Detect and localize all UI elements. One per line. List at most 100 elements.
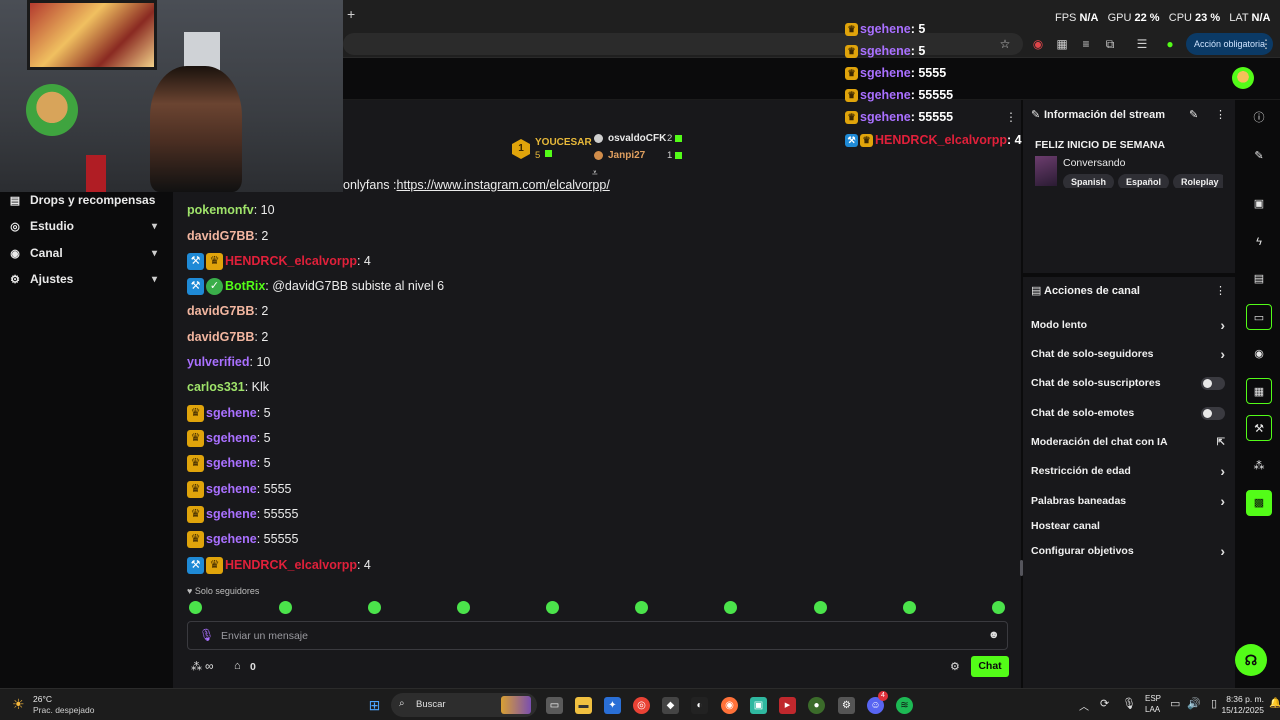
dashboard-icon[interactable]: ▦ (1246, 378, 1272, 404)
sidebar-item-canal[interactable]: ◉ Canal ▾ (0, 240, 165, 266)
points-icon[interactable]: ⁂ (1246, 453, 1272, 479)
sidebar-item-ajustes[interactable]: ⚙ Ajustes ▾ (0, 266, 165, 292)
volume-icon[interactable]: 🔊 (1187, 697, 1201, 710)
user-avatar[interactable] (1232, 67, 1254, 89)
extension-icon[interactable]: ▦ (1054, 36, 1070, 52)
send-chat-button[interactable]: Chat (971, 656, 1009, 677)
steam-icon[interactable]: ◐ (691, 697, 708, 714)
emote-icon[interactable] (724, 601, 737, 614)
chat-username[interactable]: sgehene (206, 482, 257, 496)
wrench-icon[interactable]: ⚒ (1246, 415, 1272, 441)
spotify-icon[interactable]: ≋ (896, 697, 913, 714)
chat-input[interactable]: 🎙 Enviar un mensaje ☻ (187, 621, 1008, 650)
app-icon[interactable]: ● (808, 697, 825, 714)
game-icon[interactable]: ▩ (1246, 490, 1272, 516)
weather-temperature[interactable]: 26°C (33, 694, 52, 704)
chat-username[interactable]: davidG7BB (187, 304, 254, 318)
channel-action-row[interactable]: Chat de solo-seguidores › (1031, 344, 1229, 364)
store-icon[interactable]: ⌂ (234, 660, 241, 672)
support-headset-icon[interactable]: ☊ (1235, 644, 1267, 676)
file-explorer-icon[interactable]: ▬ (575, 697, 592, 714)
emote-icon[interactable] (279, 601, 292, 614)
toggle-switch[interactable] (1201, 406, 1225, 420)
channel-action-row[interactable]: Moderación del chat con IA ⇱ (1031, 432, 1229, 452)
emote-icon[interactable] (189, 601, 202, 614)
task-view-icon[interactable]: ▭ (546, 697, 563, 714)
screen-icon[interactable]: ▣ (1246, 191, 1272, 217)
toggle-switch[interactable] (1201, 376, 1225, 390)
keyboard-layout[interactable]: LAA (1145, 705, 1160, 714)
firefox-icon[interactable]: ◉ (721, 697, 738, 714)
tag[interactable]: Roleplay (1173, 174, 1223, 188)
chat-username[interactable]: carlos331 (187, 380, 245, 394)
chat-menu-icon[interactable]: ⋮ (1005, 110, 1017, 124)
video-app-icon[interactable]: ▶ (779, 697, 796, 714)
panel-menu-icon[interactable]: ⋮ (1215, 284, 1226, 297)
broadcast-icon[interactable]: ◉ (1246, 341, 1272, 367)
chat-username[interactable]: sgehene (206, 431, 257, 445)
store-app-icon[interactable]: ▣ (750, 697, 767, 714)
weather-description[interactable]: Prac. despejado (33, 705, 94, 715)
taskbar-search[interactable]: ⌕ Buscar (391, 693, 537, 717)
channel-action-row[interactable]: Modo lento › (1031, 315, 1229, 335)
clock-time[interactable]: 8:36 p. m. (1216, 694, 1264, 704)
chrome-icon[interactable]: ◎ (633, 697, 650, 714)
chat-username[interactable]: sgehene (206, 507, 257, 521)
emote-icon[interactable] (368, 601, 381, 614)
pen-icon[interactable]: ✎ (1246, 143, 1272, 169)
chevron-up-icon[interactable]: ︿ (1079, 698, 1089, 713)
emote-icon[interactable] (546, 601, 559, 614)
new-tab-button[interactable]: + (347, 6, 355, 22)
copilot-icon[interactable]: ✦ (604, 697, 621, 714)
channel-action-row[interactable]: Hostear canal (1031, 516, 1229, 536)
notification-bell-icon[interactable]: 🔔 (1269, 698, 1280, 709)
network-icon[interactable]: ▭ (1170, 697, 1180, 710)
chat-username[interactable]: HENDRCK_elcalvorpp (225, 254, 357, 268)
extensions-puzzle-icon[interactable]: ⧉ (1102, 36, 1118, 52)
settings-app-icon[interactable]: ⚙ (838, 697, 855, 714)
points-icon[interactable]: ⁂ (191, 660, 202, 673)
chat-username[interactable]: sgehene (206, 532, 257, 546)
extension-record-icon[interactable]: ◉ (1030, 36, 1046, 52)
stream-category[interactable]: Conversando (1063, 157, 1125, 169)
info-icon[interactable]: ⓘ (1246, 105, 1272, 131)
emote-icon[interactable] (992, 601, 1005, 614)
chat-username[interactable]: sgehene (206, 456, 257, 470)
chat-username[interactable]: yulverified (187, 355, 250, 369)
xbox-icon[interactable]: ◆ (662, 697, 679, 714)
chat-settings-icon[interactable]: ⚙ (950, 660, 960, 673)
language-code[interactable]: ESP (1145, 694, 1161, 703)
sync-icon[interactable]: ⟳ (1100, 697, 1109, 710)
microphone-icon[interactable]: 🎙 (199, 628, 214, 642)
tag[interactable]: Español (1118, 174, 1170, 188)
bookmark-star-icon[interactable]: ☆ (997, 36, 1013, 52)
panel-menu-icon[interactable]: ⋮ (1215, 108, 1226, 121)
chat-username[interactable]: HENDRCK_elcalvorpp (225, 558, 357, 572)
emote-picker-icon[interactable]: ☻ (988, 629, 1000, 641)
category-thumbnail[interactable] (1035, 156, 1057, 186)
chat-bubble-icon[interactable]: ▭ (1246, 304, 1272, 330)
microphone-icon[interactable]: 🎙 (1122, 697, 1136, 710)
weather-sun-icon[interactable]: ☀ (12, 696, 25, 713)
instagram-link[interactable]: https://www.instagram.com/elcalvorpp/ (397, 178, 610, 192)
chat-username[interactable]: davidG7BB (187, 229, 254, 243)
tag[interactable]: Spanish (1063, 174, 1115, 188)
emote-icon[interactable] (814, 601, 827, 614)
document-icon[interactable]: ▤ (1246, 266, 1272, 292)
edit-icon[interactable]: ✎ (1189, 108, 1198, 121)
lightning-icon[interactable]: ϟ (1246, 229, 1272, 255)
emote-icon[interactable] (457, 601, 470, 614)
chat-username[interactable]: davidG7BB (187, 330, 254, 344)
windows-start-icon[interactable]: ⊞ (366, 697, 383, 714)
browser-menu-icon[interactable]: ⋮ (1258, 36, 1274, 52)
channel-action-row[interactable]: Palabras baneadas › (1031, 491, 1229, 511)
chat-username[interactable]: pokemonfv (187, 203, 254, 217)
emote-icon[interactable] (903, 601, 916, 614)
chat-username[interactable]: sgehene (206, 406, 257, 420)
channel-action-row[interactable]: Chat de solo-emotes (1031, 403, 1229, 423)
channel-action-row[interactable]: Restricción de edad › (1031, 461, 1229, 481)
tab-list-icon[interactable]: ☰ (1134, 36, 1150, 52)
clock-date[interactable]: 15/12/2025 (1210, 705, 1264, 715)
sidebar-item-estudio[interactable]: ◎ Estudio ▾ (0, 213, 165, 239)
extension-icon[interactable]: ≡ (1078, 36, 1094, 52)
